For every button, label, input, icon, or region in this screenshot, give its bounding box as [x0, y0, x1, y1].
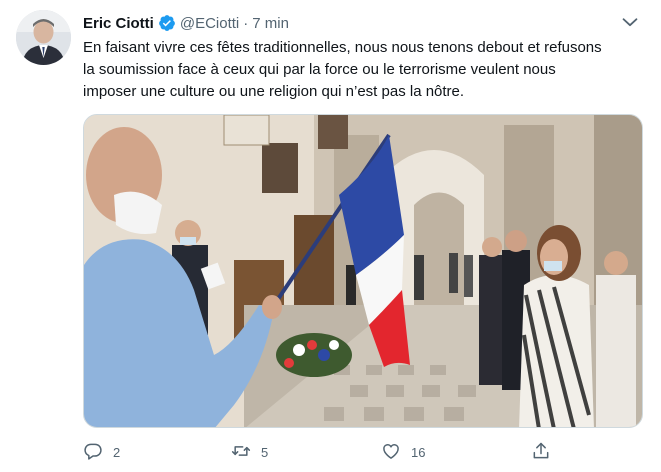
- avatar[interactable]: [16, 10, 71, 65]
- tweet-header: Eric Ciotti @ECiotti · 7 min: [83, 12, 289, 34]
- timestamp[interactable]: 7 min: [252, 15, 289, 32]
- author-name[interactable]: Eric Ciotti: [83, 15, 154, 32]
- tweet-text-line: imposer une culture ou une religion qui …: [83, 83, 465, 100]
- reply-button[interactable]: 2: [83, 439, 120, 465]
- verified-badge-icon: [158, 14, 176, 32]
- tweet-text-line: la soumission face à ceux qui par la for…: [83, 61, 556, 78]
- tweet-actions: 2 5 16: [83, 439, 553, 465]
- heart-icon: [381, 441, 401, 464]
- share-button[interactable]: [531, 439, 551, 465]
- reply-count: 2: [113, 444, 121, 460]
- separator-dot: ·: [243, 14, 249, 32]
- share-icon: [531, 441, 551, 464]
- tweet-text-line: En faisant vivre ces fêtes traditionnell…: [83, 39, 602, 56]
- tweet-photo[interactable]: [83, 114, 643, 428]
- author-handle[interactable]: @ECiotti: [180, 15, 239, 32]
- chevron-down-icon[interactable]: [619, 11, 643, 33]
- avatar-image: [16, 10, 71, 65]
- church-ceremony-photo: [84, 115, 642, 427]
- retweet-icon: [231, 441, 251, 464]
- reply-icon: [83, 441, 103, 464]
- like-button[interactable]: 16: [381, 439, 425, 465]
- like-count: 16: [411, 444, 426, 460]
- retweet-count: 5: [261, 444, 269, 460]
- tweet-text: En faisant vivre ces fêtes traditionnell…: [83, 37, 643, 103]
- tweet[interactable]: Eric Ciotti @ECiotti · 7 min En faisant …: [0, 0, 661, 472]
- retweet-button[interactable]: 5: [231, 439, 268, 465]
